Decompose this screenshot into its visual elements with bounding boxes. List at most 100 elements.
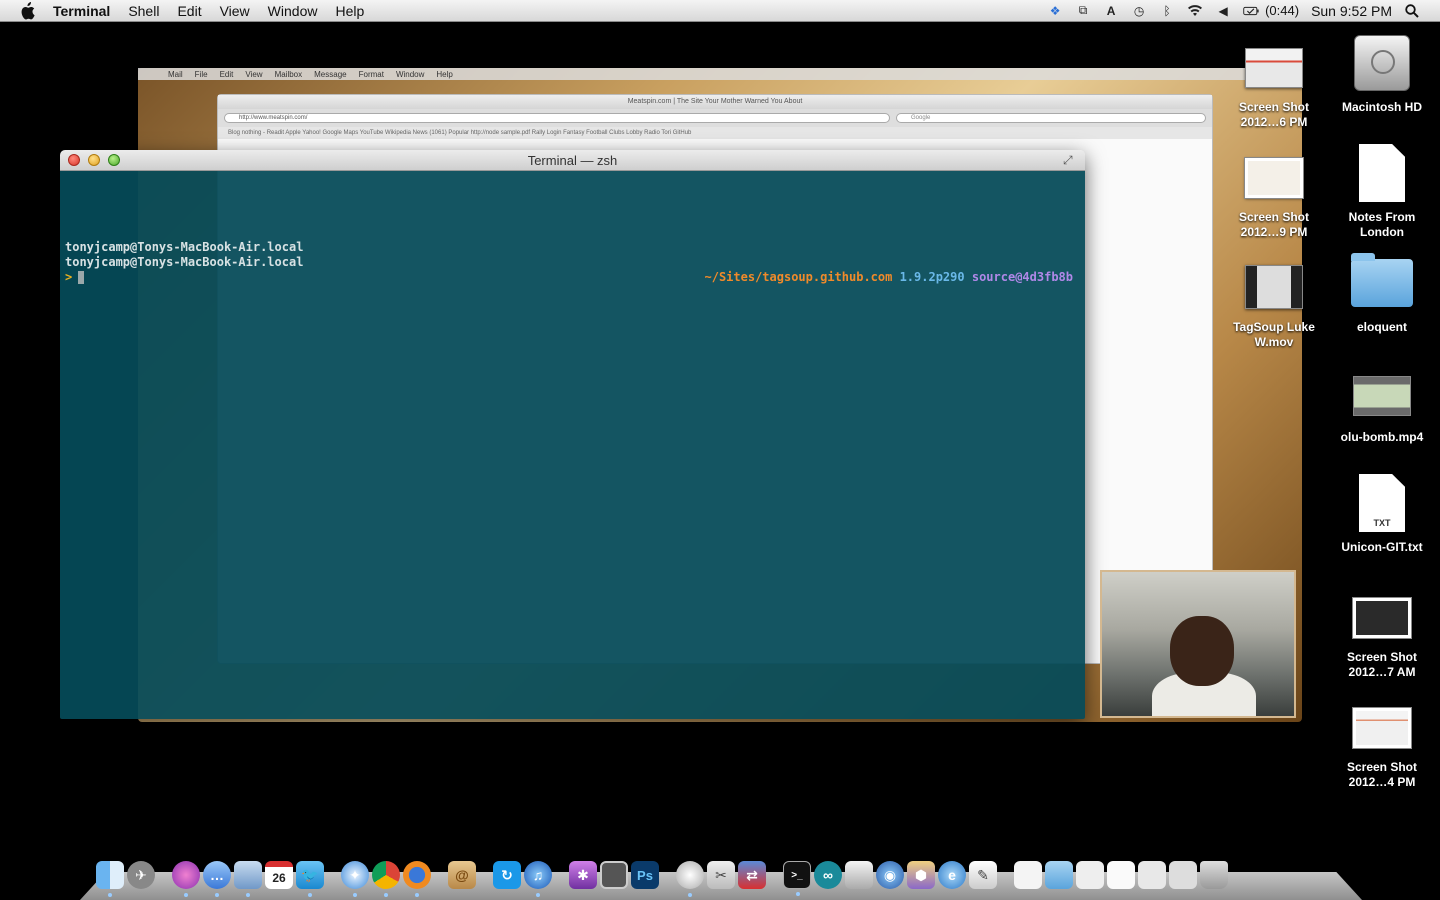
menu-help[interactable]: Help — [326, 0, 373, 22]
utility-tools-icon[interactable]: ✂ — [707, 861, 735, 889]
sync-icon[interactable]: ↻ — [493, 861, 521, 889]
battery-time[interactable]: (0:44) — [1265, 3, 1299, 18]
finder-icon[interactable] — [96, 861, 124, 897]
firefox-icon[interactable] — [403, 861, 431, 897]
fullscreen-icon[interactable]: ⤢ — [1063, 153, 1077, 167]
desktop-icon-label: Unicon-GIT.txt — [1341, 540, 1423, 554]
safari-icon[interactable]: ✦ — [341, 861, 369, 897]
file-stack-icon[interactable] — [1107, 861, 1135, 889]
pictures-stack-icon[interactable] — [1169, 861, 1197, 889]
screenshot-thumbnail-icon — [1352, 707, 1412, 749]
chrome-icon[interactable] — [372, 861, 400, 897]
menu-edit[interactable]: Edit — [168, 0, 210, 22]
wifi-icon[interactable] — [1187, 3, 1203, 19]
desktop-icon-movie[interactable]: olu-bomb.mp4 — [1332, 366, 1432, 445]
documents-stack-icon[interactable] — [1014, 861, 1042, 889]
menu-view[interactable]: View — [211, 0, 259, 22]
bg-menu-item: Edit — [219, 69, 234, 79]
desktop-icon-screenshot[interactable]: Screen Shot 2012…4 PM — [1332, 700, 1432, 790]
bg-menu-item: Mail — [168, 69, 183, 79]
safari-search-field[interactable]: Google — [896, 113, 1206, 123]
launchpad-icon[interactable]: ✈ — [127, 861, 155, 889]
safari-bookmarks-bar[interactable]: Blog nothing - Readit Apple Yahoo! Googl… — [218, 127, 1212, 139]
terminal-title: Terminal — zsh — [527, 153, 618, 168]
folder-icon — [1351, 253, 1413, 307]
menu-window[interactable]: Window — [259, 0, 327, 22]
bg-menu-item: View — [245, 69, 263, 79]
document-icon — [1359, 144, 1405, 202]
desktop-icon-macintosh-hd[interactable]: Macintosh HD — [1332, 30, 1432, 115]
twitter-icon[interactable]: 🐦 — [296, 861, 324, 897]
file-type-badge: TXT — [1373, 518, 1391, 528]
desktop-icon-screenshot[interactable]: Screen Shot 2012…7 AM — [1332, 590, 1432, 680]
spotlight-search-icon[interactable] — [1404, 3, 1420, 19]
mail-stamp-icon[interactable] — [234, 861, 262, 897]
desktop-icon-screenshot[interactable]: Screen Shot 2012…6 PM — [1224, 40, 1324, 130]
volume-icon[interactable]: ◀ — [1215, 3, 1231, 19]
calendar-day: 26 — [272, 871, 286, 885]
terminal-prompt: > — [65, 270, 85, 285]
screenshot-thumbnail-icon — [1244, 157, 1304, 199]
screenshot-thumbnail-icon — [1245, 48, 1303, 88]
desktop-icon-label: eloquent — [1357, 320, 1407, 334]
adobe-icon[interactable]: A — [1103, 3, 1119, 19]
desktop-icon-document[interactable]: Notes From London — [1332, 140, 1432, 240]
menu-clock[interactable]: Sun 9:52 PM — [1311, 3, 1392, 19]
zoom-button[interactable] — [108, 154, 120, 166]
app-window-icon[interactable] — [600, 861, 628, 889]
webcam-preview[interactable] — [1100, 570, 1296, 718]
background-mail-menubar: Mail File Edit View Mailbox Message Form… — [138, 68, 1302, 80]
safari-url-field[interactable]: http://www.meatspin.com/ — [224, 113, 890, 123]
windows-icon[interactable]: ⧉ — [1075, 3, 1091, 19]
address-book-icon[interactable]: @ — [448, 861, 476, 889]
globe-icon[interactable] — [676, 861, 704, 897]
time-machine-icon[interactable]: ◷ — [1131, 3, 1147, 19]
browser-e-icon[interactable]: e — [938, 861, 966, 889]
terminal-line: tonyjcamp@Tonys-MacBook-Air.local — [65, 255, 304, 269]
dropbox-icon[interactable]: ❖ — [1047, 3, 1063, 19]
desktop-icon-label: Screen Shot 2012…6 PM — [1238, 100, 1310, 129]
package-icon[interactable]: ⬢ — [907, 861, 935, 889]
messages-icon[interactable]: … — [203, 861, 231, 897]
ical-app-icon[interactable]: ✱ — [569, 861, 597, 889]
terminal-titlebar[interactable]: Terminal — zsh ⤢ — [60, 150, 1085, 171]
terminal-cursor — [78, 271, 85, 284]
desktop-icon-label: Macintosh HD — [1341, 100, 1422, 114]
movie-thumbnail-icon — [1353, 376, 1411, 416]
network-icon[interactable]: ⇄ — [738, 861, 766, 889]
screenshot-stack-icon[interactable] — [1076, 861, 1104, 889]
calendar-icon[interactable]: 26 — [265, 861, 293, 889]
terminal-window[interactable]: Terminal — zsh ⤢ tonyjcamp@Tonys-MacBook… — [60, 150, 1085, 719]
desktop-icon-screenshot[interactable]: Screen Shot 2012…9 PM — [1224, 150, 1324, 240]
hard-drive-icon — [1354, 35, 1410, 91]
broadcast-icon[interactable]: ◉ — [876, 861, 904, 889]
bluetooth-icon[interactable]: ᛒ — [1159, 3, 1175, 19]
trash-icon[interactable] — [1200, 861, 1228, 889]
downloads-stack-icon[interactable] — [1138, 861, 1166, 889]
desktop-icon-label: TagSoup Luke W.mov — [1233, 320, 1315, 349]
bg-menu-item: Help — [436, 69, 453, 79]
folder-stack-icon[interactable] — [1045, 861, 1073, 889]
webcam-person-face — [1170, 616, 1234, 686]
apple-menu-icon[interactable] — [19, 1, 37, 20]
terminal-content[interactable]: tonyjcamp@Tonys-MacBook-Air.local tonyjc… — [60, 171, 1085, 719]
terminal-right-prompt: ~/Sites/tagsoup.github.com 1.9.2p290 sou… — [705, 270, 1074, 285]
photoshop-icon[interactable]: Ps — [631, 861, 659, 889]
menu-app-terminal[interactable]: Terminal — [49, 0, 119, 22]
battery-icon[interactable] — [1243, 3, 1259, 19]
desktop-icon-folder[interactable]: eloquent — [1332, 250, 1432, 335]
arduino-icon[interactable]: ∞ — [814, 861, 842, 889]
desktop-icon-text-file[interactable]: TXT Unicon-GIT.txt — [1332, 470, 1432, 555]
itunes-dj-icon[interactable] — [172, 861, 200, 897]
menu-shell[interactable]: Shell — [119, 0, 168, 22]
minimize-button[interactable] — [88, 154, 100, 166]
itunes-icon[interactable]: ♫ — [524, 861, 552, 897]
preview-icon[interactable]: ✎ — [969, 861, 997, 889]
monitor-icon[interactable] — [845, 861, 873, 889]
close-button[interactable] — [68, 154, 80, 166]
desktop-icon-movie[interactable]: TagSoup Luke W.mov — [1224, 258, 1324, 350]
terminal-icon[interactable]: >_ — [783, 861, 811, 896]
terminal-line: tonyjcamp@Tonys-MacBook-Air.local — [65, 240, 304, 254]
bg-menu-item: Format — [358, 69, 384, 79]
movie-thumbnail-icon — [1245, 265, 1303, 309]
